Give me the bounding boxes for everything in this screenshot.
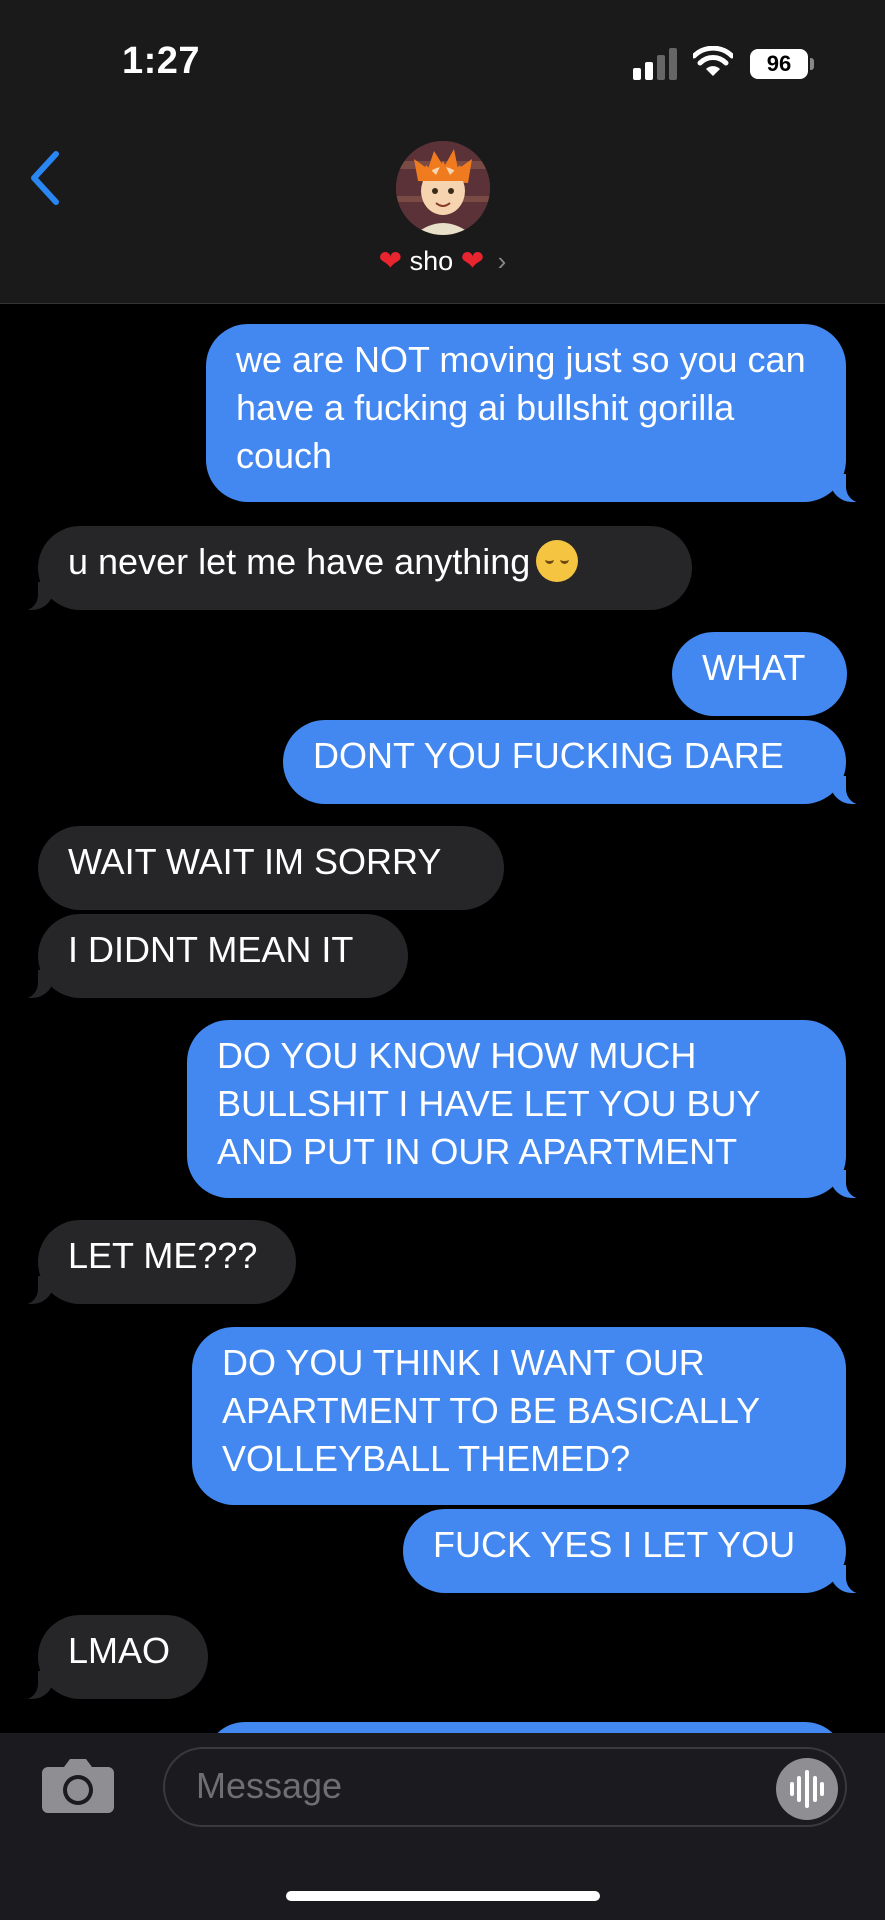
message-text: WHAT — [702, 647, 806, 688]
heart-emoji-left: ❤ — [378, 245, 403, 276]
message-bubble-outgoing[interactable]: DONT YOU FUCKING DARE — [283, 720, 872, 805]
avatar[interactable] — [396, 141, 490, 235]
chevron-right-icon: › — [497, 246, 507, 276]
message-text: DO YOU KNOW HOW MUCH BULLSHIT I HAVE LET… — [217, 1035, 760, 1172]
message-bubble-outgoing[interactable]: WHAT — [672, 632, 847, 716]
message-text: we are NOT moving just so you can have a… — [236, 339, 806, 476]
contact-name-row[interactable]: ❤ sho ❤ › — [0, 244, 885, 277]
heart-emoji-right: ❤ — [460, 245, 485, 276]
message-text: LET ME??? — [68, 1235, 258, 1276]
contact-name: sho — [409, 246, 454, 276]
message-bubble-incoming[interactable]: I DIDNT MEAN IT — [12, 914, 408, 999]
status-bar: 1:27 96 — [0, 0, 885, 120]
signal-icon — [633, 48, 677, 80]
message-text: WAIT WAIT IM SORRY — [68, 841, 442, 882]
home-indicator[interactable] — [286, 1891, 600, 1901]
message-text: FUCK YES I LET YOU — [433, 1524, 796, 1565]
camera-icon[interactable] — [40, 1757, 116, 1815]
message-text: I DIDNT MEAN IT — [68, 929, 354, 970]
message-bubble-incoming[interactable]: WAIT WAIT IM SORRY — [38, 826, 504, 910]
message-bubble-outgoing[interactable]: DO YOU KNOW HOW MUCH BULLSHIT I HAVE LET… — [187, 1020, 872, 1199]
audio-waveform-icon[interactable] — [776, 1758, 838, 1820]
battery-nub — [810, 58, 814, 70]
message-text: DONT YOU FUCKING DARE — [313, 735, 784, 776]
message-bubble-incoming[interactable]: LMAO — [12, 1615, 208, 1700]
message-text: DO YOU THINK I WANT OUR APARTMENT TO BE … — [222, 1342, 760, 1479]
avatar-illustration — [396, 141, 490, 235]
message-bubble-incoming[interactable]: u never let me have anything — [12, 526, 692, 611]
battery-icon: 96 — [750, 49, 808, 79]
message-bubble-outgoing[interactable]: DO YOU THINK I WANT OUR APARTMENT TO BE … — [192, 1327, 846, 1505]
pensive-face-emoji — [536, 540, 579, 583]
message-input-placeholder: Message — [196, 1765, 343, 1806]
message-text: LMAO — [68, 1630, 171, 1671]
message-bubble-outgoing[interactable]: FUCK YES I LET YOU — [403, 1509, 872, 1594]
message-bubble-incoming[interactable]: LET ME??? — [12, 1220, 296, 1305]
status-time: 1:27 — [122, 40, 201, 82]
message-text: u never let me have anything — [68, 541, 531, 582]
message-bubble-outgoing[interactable]: we are NOT moving just so you can have a… — [206, 324, 872, 503]
wifi-icon — [693, 46, 733, 76]
back-chevron-icon[interactable] — [28, 150, 62, 206]
